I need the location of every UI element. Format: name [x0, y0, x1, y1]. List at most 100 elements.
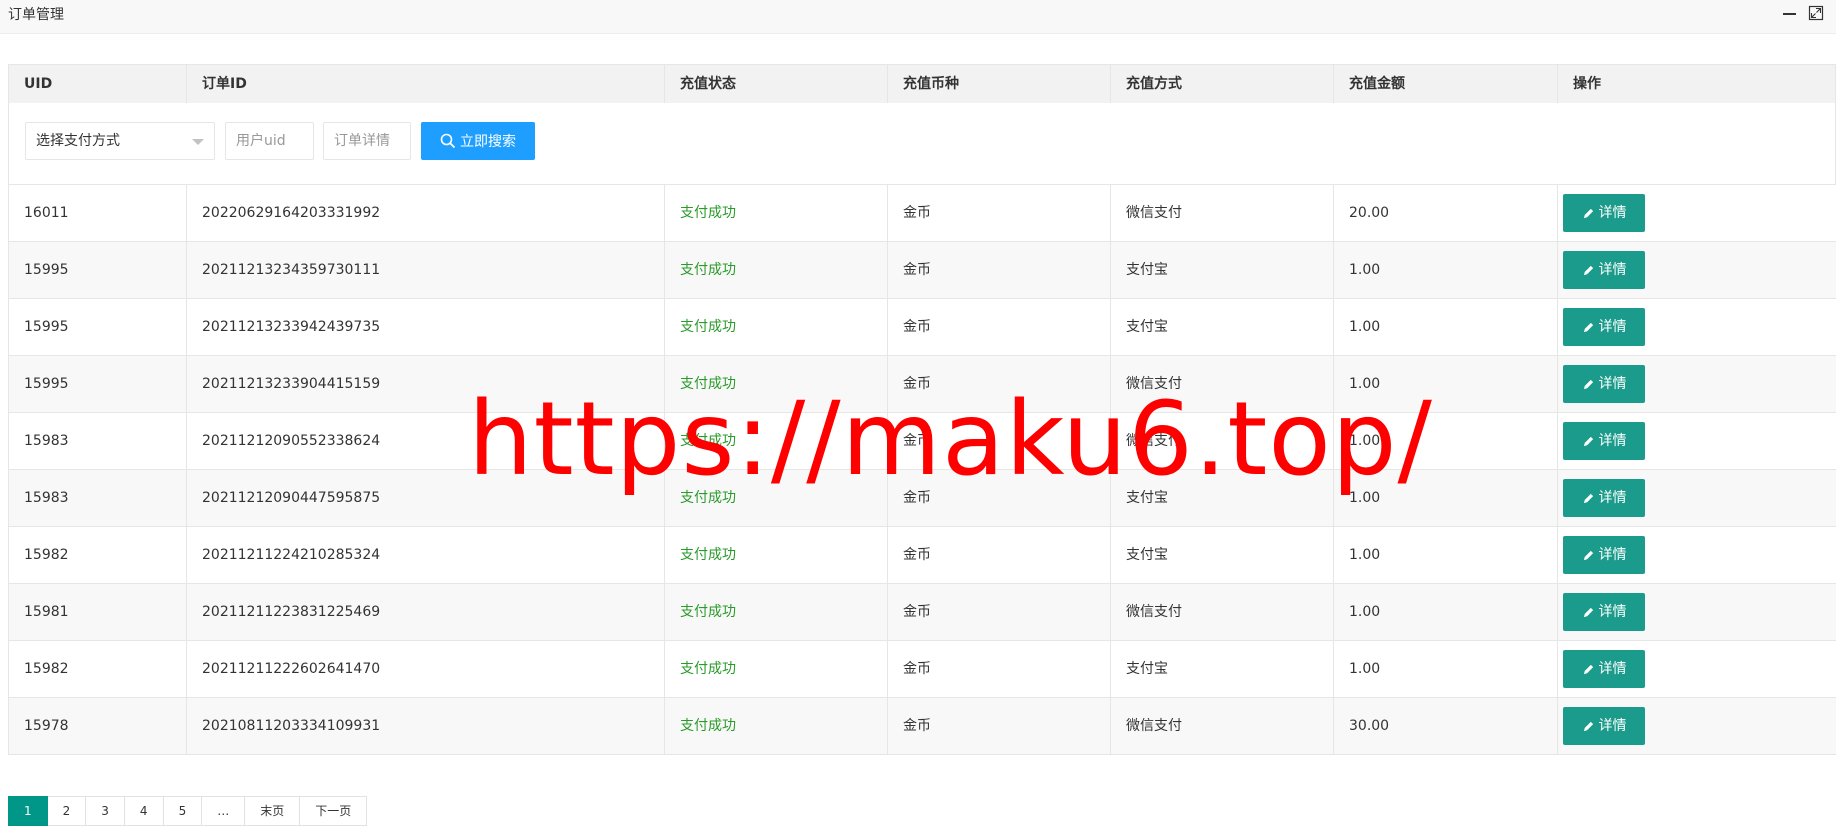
window-title: 订单管理: [8, 7, 64, 23]
detail-button-label: 详情: [1598, 262, 1627, 278]
column-header-amount: 充值金额: [1334, 65, 1558, 103]
table-row: 16011 20220629164203331992 支付成功 金币 微信支付 20.00…: [8, 185, 1836, 242]
cell-currency: 金币: [888, 698, 1111, 754]
cell-currency: 金币: [888, 356, 1111, 412]
cell-status: 支付成功: [665, 698, 888, 754]
cell-method: 微信支付: [1111, 185, 1334, 241]
detail-button[interactable]: 详情: [1563, 536, 1645, 574]
column-header-actions: 操作: [1573, 76, 1601, 92]
detail-button[interactable]: 详情: [1563, 650, 1645, 688]
edit-icon: [1583, 493, 1593, 503]
table-row: 15995 20211213233904415159 支付成功 金币 微信支付 1.00 详…: [8, 356, 1836, 413]
cell-method: 微信支付: [1111, 698, 1334, 754]
detail-button-label: 详情: [1598, 718, 1627, 734]
cell-amount: 1.00: [1334, 413, 1558, 469]
table-row: 15995 20211213234359730111 支付成功 金币 支付宝 1.00 详情: [8, 242, 1836, 299]
column-header-currency: 充值币种: [888, 65, 1111, 103]
cell-method: 支付宝: [1111, 470, 1334, 526]
cell-actions: 详情: [1558, 470, 1836, 526]
cell-order-id: 20211213234359730111: [187, 242, 665, 298]
cell-status: 支付成功: [665, 242, 888, 298]
edit-icon: [1583, 436, 1593, 446]
payment-method-select-value: 选择支付方式: [36, 133, 120, 149]
cell-uid: 15983: [9, 413, 187, 469]
detail-button[interactable]: 详情: [1563, 308, 1645, 346]
cell-uid: 15983: [9, 470, 187, 526]
cell-actions: 详情: [1558, 413, 1836, 469]
table-row: 15983 20211212090447595875 支付成功 金币 支付宝 1.00 详情: [8, 470, 1836, 527]
detail-button-label: 详情: [1598, 376, 1627, 392]
table-row: 15981 20211211223831225469 支付成功 金币 微信支付 1.00 详…: [8, 584, 1836, 641]
cell-amount: 1.00: [1334, 356, 1558, 412]
search-button-label: 立即搜索: [460, 134, 516, 150]
detail-button[interactable]: 详情: [1563, 422, 1645, 460]
cell-currency: 金币: [888, 413, 1111, 469]
edit-icon: [1583, 322, 1593, 332]
cell-method: 微信支付: [1111, 584, 1334, 640]
edit-icon: [1583, 607, 1593, 617]
window-titlebar: 订单管理: [0, 0, 1836, 34]
minimize-icon[interactable]: [1780, 5, 1798, 23]
detail-button-label: 详情: [1598, 604, 1627, 620]
cell-status: 支付成功: [665, 299, 888, 355]
page-link-2[interactable]: 2: [47, 796, 87, 826]
cell-amount: 1.00: [1334, 584, 1558, 640]
column-header-method: 充值方式: [1111, 65, 1334, 103]
table-row: 15982 20211211222602641470 支付成功 金币 支付宝 1.00 详情: [8, 641, 1836, 698]
cell-order-id: 20211211224210285324: [187, 527, 665, 583]
cell-order-id: 20211212090447595875: [187, 470, 665, 526]
search-button[interactable]: 立即搜索: [421, 122, 535, 160]
cell-currency: 金币: [888, 185, 1111, 241]
edit-icon: [1583, 721, 1593, 731]
cell-currency: 金币: [888, 242, 1111, 298]
cell-uid: 15995: [9, 242, 187, 298]
detail-button[interactable]: 详情: [1563, 194, 1645, 232]
cell-currency: 金币: [888, 641, 1111, 697]
cell-order-id: 20220629164203331992: [187, 185, 665, 241]
page-link-4[interactable]: 4: [124, 796, 164, 826]
cell-method: 支付宝: [1111, 641, 1334, 697]
payment-method-select[interactable]: 选择支付方式: [25, 122, 215, 160]
edit-icon: [1583, 379, 1593, 389]
filter-toolbar: 选择支付方式 立即搜索: [8, 103, 1836, 185]
page-link-5[interactable]: 5: [163, 796, 203, 826]
cell-currency: 金币: [888, 299, 1111, 355]
cell-status: 支付成功: [665, 356, 888, 412]
detail-button[interactable]: 详情: [1563, 707, 1645, 745]
cell-currency: 金币: [888, 470, 1111, 526]
table-row: 15983 20211212090552338624 支付成功 金币 微信支付 1.00 详…: [8, 413, 1836, 470]
cell-uid: 15982: [9, 641, 187, 697]
cell-amount: 30.00: [1334, 698, 1558, 754]
cell-actions: 详情: [1558, 698, 1836, 754]
cell-uid: 15995: [9, 299, 187, 355]
cell-order-id: 20211213233904415159: [187, 356, 665, 412]
detail-button-label: 详情: [1598, 490, 1627, 506]
cell-status: 支付成功: [665, 413, 888, 469]
table-row: 15995 20211213233942439735 支付成功 金币 支付宝 1.00 详情: [8, 299, 1836, 356]
maximize-icon[interactable]: [1808, 5, 1826, 23]
detail-button[interactable]: 详情: [1563, 365, 1645, 403]
detail-button[interactable]: 详情: [1563, 479, 1645, 517]
page-link-3[interactable]: 3: [86, 796, 125, 826]
cell-uid: 15995: [9, 356, 187, 412]
cell-actions: 详情: [1558, 584, 1836, 640]
detail-button[interactable]: 详情: [1563, 251, 1645, 289]
uid-search-input[interactable]: [225, 122, 314, 160]
pagination: 1 2 3 4 5… 末页 下一页: [8, 796, 368, 826]
cell-status: 支付成功: [665, 527, 888, 583]
cell-amount: 1.00: [1334, 641, 1558, 697]
detail-button[interactable]: 详情: [1563, 593, 1645, 631]
page-link-7[interactable]: 末页: [245, 796, 301, 826]
edit-icon: [1583, 265, 1593, 275]
cell-method: 微信支付: [1111, 413, 1334, 469]
cell-amount: 20.00: [1334, 185, 1558, 241]
edit-icon: [1583, 208, 1593, 218]
column-header-uid: UID: [9, 65, 187, 103]
cell-actions: 详情: [1558, 641, 1836, 697]
page-link-8[interactable]: 下一页: [300, 796, 368, 826]
detail-button-label: 详情: [1598, 319, 1627, 335]
order-detail-input[interactable]: [323, 122, 411, 160]
page-link-1[interactable]: 1: [8, 796, 48, 826]
cell-order-id: 20211212090552338624: [187, 413, 665, 469]
caret-down-icon: [192, 139, 204, 145]
